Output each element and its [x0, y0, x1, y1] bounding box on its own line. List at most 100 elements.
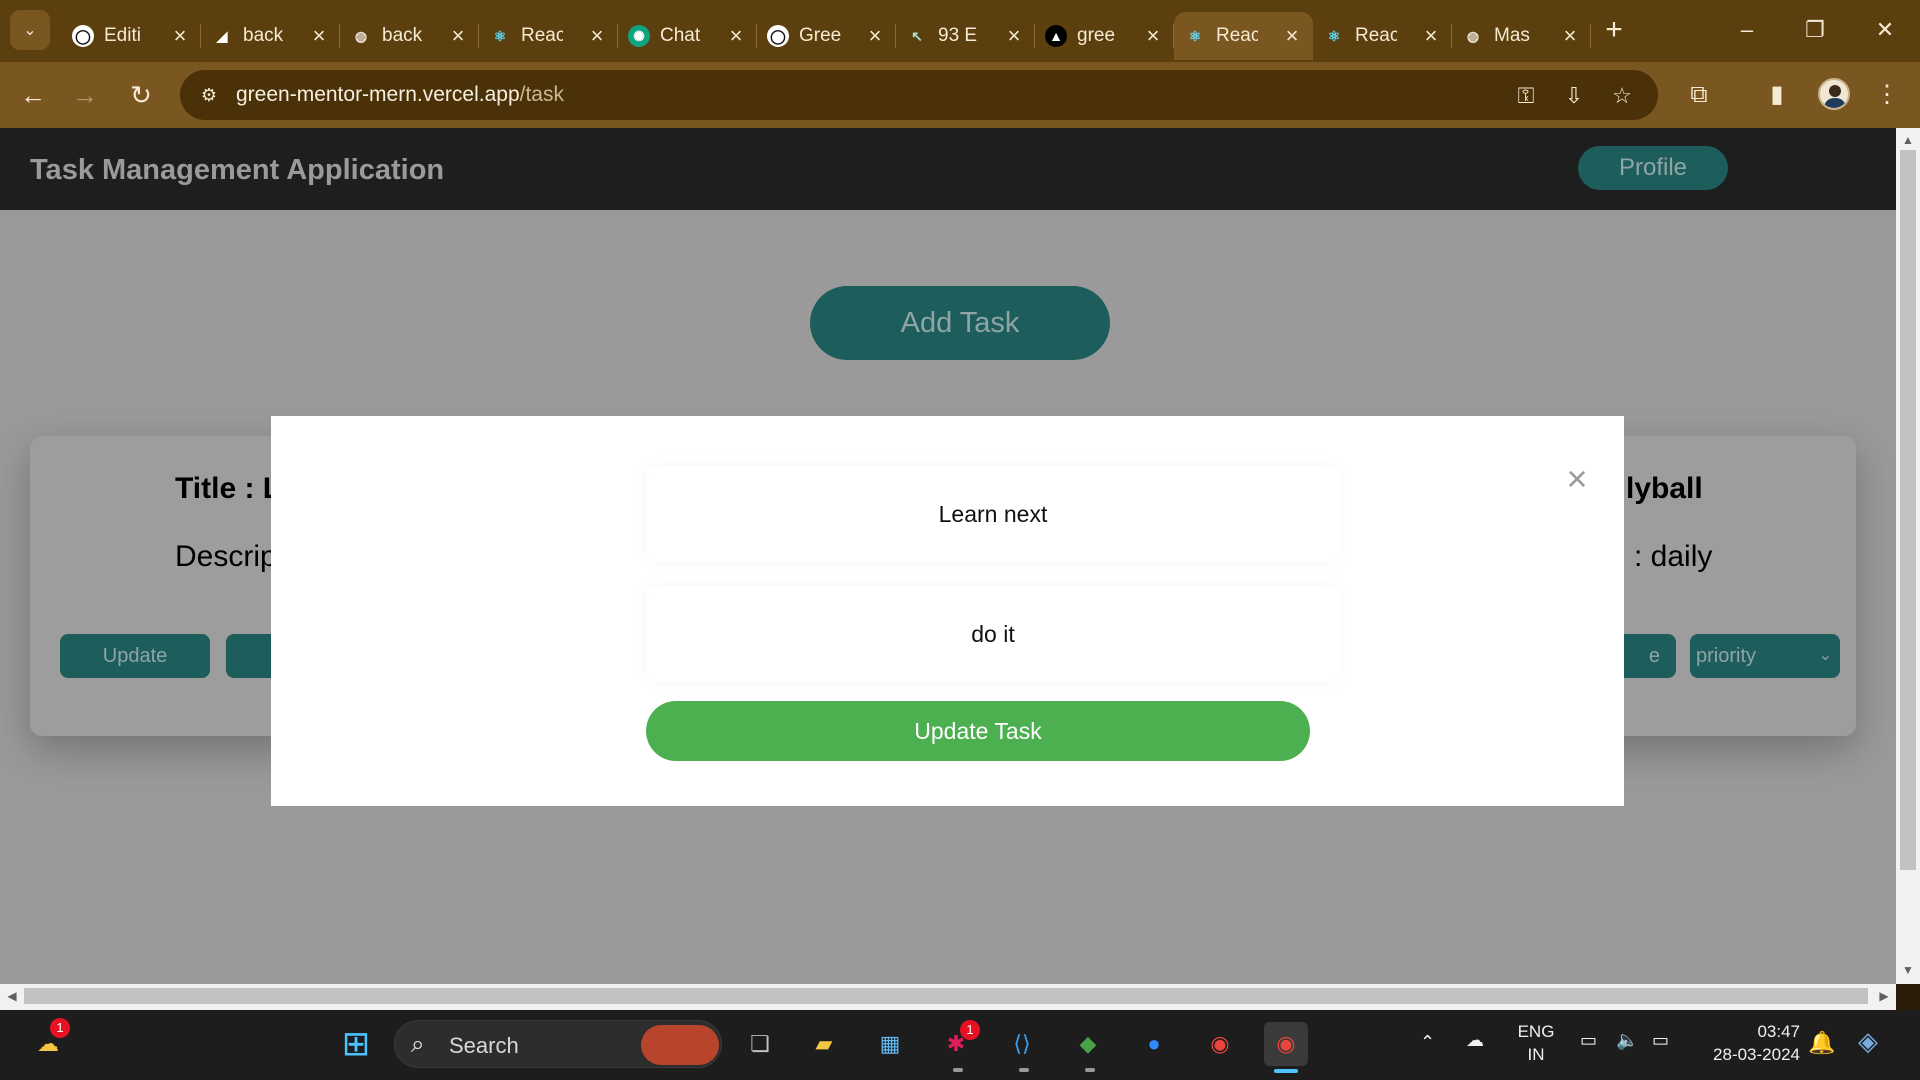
mongodb-compass-icon[interactable]: ◆ [1066, 1022, 1110, 1066]
globe-icon: ◍ [354, 27, 368, 44]
zoom-icon[interactable]: ● [1132, 1022, 1176, 1066]
vscode-icon[interactable]: ⟨⟩ [1000, 1022, 1044, 1066]
key-icon[interactable]: ⚿ [1512, 82, 1540, 110]
battery-icon[interactable]: ▭ [1652, 1030, 1669, 1051]
close-tab-icon[interactable]: × [1420, 23, 1442, 49]
tab-list: ◯ Editi × ◢ back × ◍ back × ⚛ Reac × ✺ Chat × ◯ Gree × ↖ 93… [62, 8, 1591, 62]
address-bar[interactable]: ⚙ green-mentor-mern.vercel.app/task ⚿ ⇩ … [180, 70, 1658, 120]
close-tab-icon[interactable]: × [308, 23, 330, 49]
tab-search-button[interactable]: ⌄ [10, 10, 50, 50]
profile-button[interactable]: Profile [1578, 146, 1728, 190]
react-icon: ⚛ [1188, 27, 1202, 44]
chrome-icon[interactable]: ◉ [1198, 1022, 1242, 1066]
close-tab-icon[interactable]: × [447, 23, 469, 49]
browser-tab[interactable]: ◯ Editi × [62, 12, 201, 60]
browser-tab[interactable]: ◯ Gree × [757, 12, 896, 60]
browser-tab-label: gree [1077, 25, 1116, 46]
close-tab-icon[interactable]: × [1281, 23, 1303, 49]
cursor-icon: ↖ [911, 27, 923, 44]
profile-avatar[interactable] [1818, 78, 1850, 110]
close-tab-icon[interactable]: × [169, 23, 191, 49]
forward-button[interactable]: → [66, 76, 104, 114]
render-icon: ◢ [216, 27, 228, 44]
arrow-right-icon: → [72, 80, 98, 110]
url-text[interactable]: green-mentor-mern.vercel.app/task [236, 83, 564, 107]
browser-tab[interactable]: ↖ 93 E × [896, 12, 1035, 60]
weather-badge: 1 [50, 1018, 70, 1038]
scroll-left-arrow[interactable]: ◀ [4, 988, 20, 1004]
more-menu-icon[interactable]: ⋮ [1870, 78, 1904, 112]
priority-select[interactable]: priority ⌄ [1690, 634, 1840, 678]
close-tab-icon[interactable]: × [1559, 23, 1581, 49]
minimize-button[interactable]: – [1724, 10, 1770, 50]
show-hidden-icons-chevron-icon[interactable]: ⌃ [1420, 1032, 1435, 1053]
browser-tab-label: Reac [1216, 25, 1258, 46]
vscode-running-indicator [1019, 1068, 1029, 1072]
browser-tab[interactable]: ⚛ Reac × [479, 12, 618, 60]
browser-tab[interactable]: ◍ back × [340, 12, 479, 60]
restore-button[interactable]: ❐ [1792, 10, 1838, 50]
horizontal-scroll-thumb[interactable] [24, 988, 1868, 1004]
bookmark-star-icon[interactable]: ☆ [1608, 82, 1636, 110]
modal-close-button[interactable]: × [1560, 461, 1594, 497]
browser-toolbar: ← → ↻ ⚙ green-mentor-mern.vercel.app/tas… [0, 62, 1920, 128]
browser-tab[interactable]: ⚛ Reac × [1174, 12, 1313, 60]
update-button[interactable]: Update [60, 634, 210, 678]
close-tab-icon[interactable]: × [725, 23, 747, 49]
task-view-icon[interactable]: ❏ [738, 1022, 782, 1066]
task-title-input[interactable]: Learn next [646, 466, 1340, 562]
add-task-button[interactable]: Add Task [810, 286, 1110, 360]
browser-tab-label: 93 E [938, 25, 978, 46]
onedrive-icon[interactable]: ☁ [1466, 1030, 1484, 1051]
notification-bell-icon[interactable]: 🔔 [1808, 1030, 1835, 1056]
microsoft-store-icon[interactable]: ▦ [868, 1022, 912, 1066]
browser-tab-label: Mas [1494, 25, 1530, 46]
language-code: ENG [1517, 1022, 1555, 1041]
side-panel-icon[interactable]: ▮ [1760, 78, 1794, 112]
browser-tab[interactable]: ⚛ Reac × [1313, 12, 1452, 60]
search-highlight-image [641, 1025, 719, 1065]
browser-tab[interactable]: ▲ gree × [1035, 12, 1174, 60]
browser-tab[interactable]: ✺ Chat × [618, 12, 757, 60]
file-explorer-icon[interactable]: ▰ [802, 1022, 846, 1066]
app-title: Task Management Application [30, 154, 445, 186]
arrow-left-icon: ← [20, 80, 46, 110]
language-indicator[interactable]: ENG IN [1516, 1020, 1556, 1066]
new-tab-button[interactable]: + [1597, 14, 1631, 48]
close-tab-icon[interactable]: × [586, 23, 608, 49]
back-button[interactable]: ← [14, 76, 52, 114]
vertical-scroll-thumb[interactable] [1900, 150, 1916, 870]
browser-tab[interactable]: ◍ Mas × [1452, 12, 1591, 60]
extensions-icon[interactable]: ⧉ [1682, 78, 1716, 112]
close-tab-icon[interactable]: × [1003, 23, 1025, 49]
reload-button[interactable]: ↻ [122, 76, 160, 114]
scroll-down-arrow[interactable]: ▼ [1900, 962, 1916, 978]
start-windows-icon[interactable]: ⊞ [334, 1022, 378, 1066]
site-info-icon[interactable]: ⚙ [194, 80, 224, 110]
copilot-icon[interactable]: ◈ [1858, 1026, 1878, 1057]
volume-icon[interactable]: 🔈 [1616, 1030, 1638, 1051]
system-clock[interactable]: 03:47 28-03-2024 [1700, 1020, 1800, 1066]
scroll-up-arrow[interactable]: ▲ [1900, 132, 1916, 148]
browser-tab[interactable]: ◢ back × [201, 12, 340, 60]
priority-select-value: priority [1696, 645, 1757, 667]
github-icon: ◯ [767, 25, 789, 47]
browser-tab-label: Reac [1355, 25, 1397, 46]
scroll-right-arrow[interactable]: ▶ [1876, 988, 1892, 1004]
mongodb-running-indicator [1085, 1068, 1095, 1072]
chatgpt-icon: ✺ [628, 25, 650, 47]
browser-tab-label: Reac [521, 25, 563, 46]
reload-icon: ↻ [130, 80, 152, 110]
task-description-input[interactable]: do it [646, 586, 1340, 682]
close-tab-icon[interactable]: × [864, 23, 886, 49]
chrome-profile-icon[interactable]: ◉ [1264, 1022, 1308, 1066]
close-window-button[interactable]: ✕ [1862, 10, 1908, 50]
close-tab-icon[interactable]: × [1142, 23, 1164, 49]
taskbar-search[interactable]: ⌕ Search [394, 1020, 722, 1068]
install-app-icon[interactable]: ⇩ [1560, 82, 1588, 110]
update-task-submit-button[interactable]: Update Task [646, 701, 1310, 761]
browser-tab-strip: ⌄ ◯ Editi × ◢ back × ◍ back × ⚛ Reac × ✺ Chat × ◯ Gree × ↖… [0, 0, 1920, 62]
url-host: green-mentor-mern.vercel.app [236, 83, 520, 106]
slack-badge: 1 [960, 1020, 980, 1040]
network-icon[interactable]: ▭ [1580, 1030, 1597, 1051]
